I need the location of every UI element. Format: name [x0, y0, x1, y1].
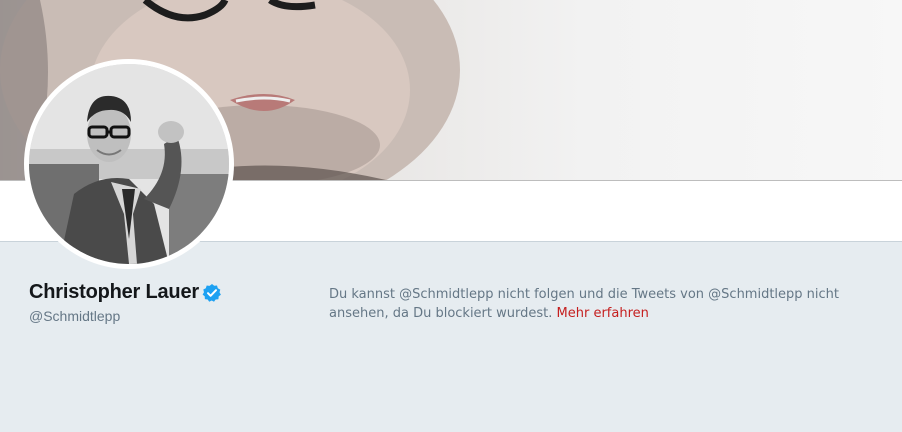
profile-display-name[interactable]: Christopher Lauer	[29, 281, 199, 304]
profile-avatar[interactable]	[24, 59, 234, 269]
avatar-photo	[29, 64, 229, 264]
profile-handle[interactable]: @Schmidtlepp	[29, 308, 120, 324]
learn-more-link[interactable]: Mehr erfahren	[557, 306, 649, 321]
profile-name-row: Christopher Lauer	[29, 281, 222, 304]
blocked-notice: Du kannst @Schmidtlepp nicht folgen und …	[329, 285, 894, 323]
verified-badge-icon	[202, 283, 222, 303]
